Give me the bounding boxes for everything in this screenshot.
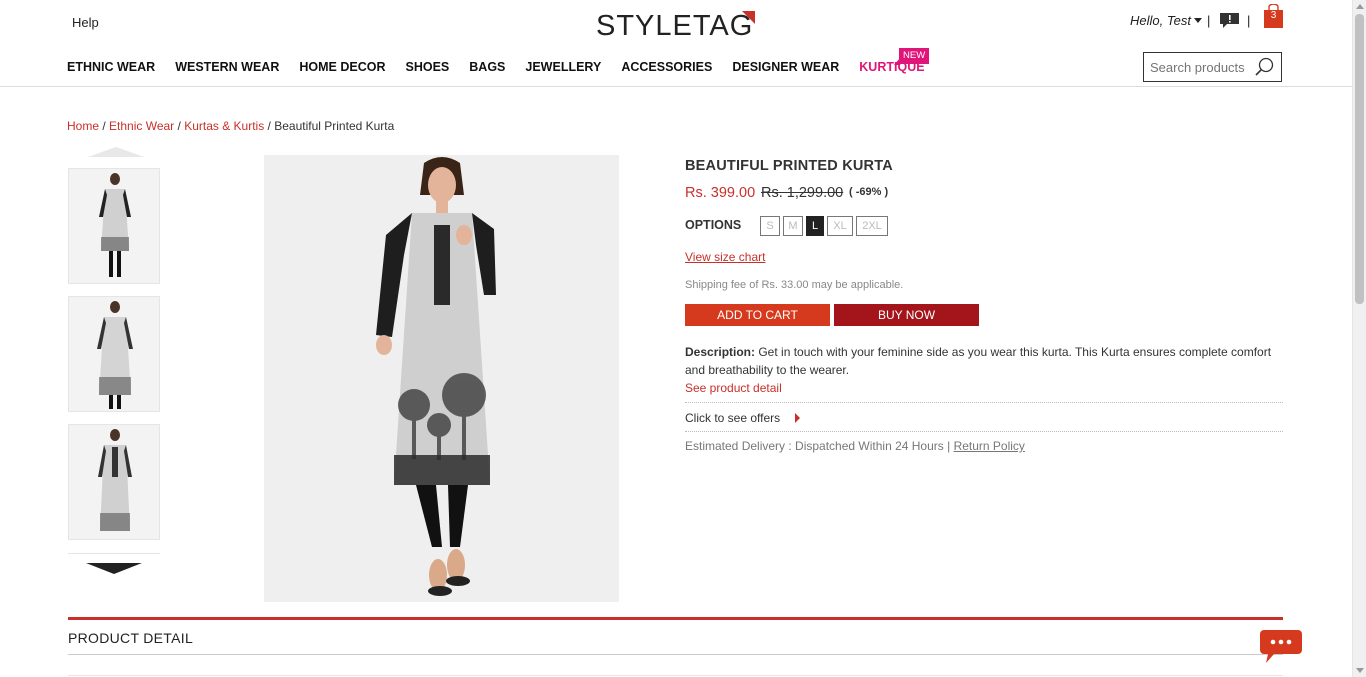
styletag-logo[interactable]: STYLETAG	[596, 10, 756, 42]
nav-jewellery[interactable]: JEWELLERY	[525, 60, 601, 76]
return-policy-link[interactable]: Return Policy	[954, 439, 1025, 453]
product-detail-heading[interactable]: PRODUCT DETAIL	[68, 630, 193, 646]
scroll-up-icon[interactable]	[1356, 4, 1364, 9]
add-to-cart-button[interactable]: ADD TO CART	[685, 304, 830, 326]
notification-icon[interactable]	[1220, 13, 1239, 28]
logo-text: STYLETAG	[596, 10, 754, 42]
nav-bags[interactable]: BAGS	[469, 60, 505, 76]
scrollbar-thumb[interactable]	[1355, 14, 1364, 304]
nav-ethnic-wear[interactable]: ETHNIC WEAR	[67, 60, 155, 76]
product-detail-divider	[68, 617, 1283, 620]
offers-toggle[interactable]: Click to see offers	[685, 402, 1283, 432]
options-label: OPTIONS	[685, 218, 742, 232]
separator: |	[1247, 13, 1251, 28]
search-icon[interactable]	[1255, 57, 1275, 77]
product-thumbnail[interactable]	[68, 424, 160, 540]
size-selector: S M L XL 2XL	[760, 216, 891, 236]
delivery-info: Estimated Delivery : Dispatched Within 2…	[685, 439, 1025, 453]
thumbnail-image	[69, 169, 159, 283]
original-price: Rs. 1,299.00	[761, 185, 844, 201]
help-link[interactable]: Help	[72, 15, 99, 30]
product-description: Description: Get in touch with your femi…	[685, 343, 1283, 379]
nav-home-decor[interactable]: HOME DECOR	[299, 60, 385, 76]
breadcrumb-separator: /	[264, 119, 275, 133]
size-option-xl[interactable]: XL	[827, 216, 853, 236]
site-header: Help STYLETAG Hello, Test | | 3 ETHNIC W…	[0, 0, 1352, 87]
main-product-image[interactable]	[264, 155, 619, 602]
buy-now-button[interactable]: BUY NOW	[834, 304, 979, 326]
page-scrollbar[interactable]	[1352, 0, 1366, 677]
chat-icon[interactable]	[1260, 628, 1302, 664]
cart-count: 3	[1270, 10, 1277, 21]
discount-badge: ( -69% )	[849, 186, 889, 198]
view-size-chart-link[interactable]: View size chart	[685, 250, 765, 264]
breadcrumb: Home / Ethnic Wear / Kurtas & Kurtis / B…	[67, 119, 394, 133]
product-thumbnail[interactable]	[68, 296, 160, 412]
arrow-right-icon	[795, 413, 800, 423]
thumbnail-image	[69, 297, 159, 411]
offers-label: Click to see offers	[685, 411, 781, 425]
model-kurta-image	[264, 155, 619, 602]
product-title: BEAUTIFUL PRINTED KURTA	[685, 158, 893, 174]
logo-triangle-icon	[742, 11, 755, 24]
nav-designer-wear[interactable]: DESIGNER WEAR	[732, 60, 839, 76]
divider	[68, 654, 1283, 655]
thumbnail-image	[69, 425, 159, 539]
size-option-m[interactable]: M	[783, 216, 803, 236]
shipping-note: Shipping fee of Rs. 33.00 may be applica…	[685, 279, 904, 291]
search-input[interactable]	[1144, 53, 1252, 81]
size-option-l[interactable]: L	[806, 216, 824, 236]
nav-shoes[interactable]: SHOES	[406, 60, 450, 76]
nav-accessories[interactable]: ACCESSORIES	[621, 60, 712, 76]
new-badge: NEW	[893, 48, 930, 65]
nav-western-wear[interactable]: WESTERN WEAR	[175, 60, 279, 76]
sale-price: Rs. 399.00	[685, 185, 756, 201]
breadcrumb-kurtas[interactable]: Kurtas & Kurtis	[184, 119, 264, 133]
main-nav: ETHNIC WEAR WESTERN WEAR HOME DECOR SHOE…	[67, 60, 945, 76]
thumbnail-up-arrow-icon[interactable]	[88, 147, 144, 157]
divider	[68, 675, 1283, 676]
breadcrumb-current: Beautiful Printed Kurta	[274, 119, 395, 133]
breadcrumb-separator: /	[174, 119, 185, 133]
caret-down-icon	[1193, 18, 1202, 23]
greeting-text: Hello, Test	[1130, 13, 1191, 28]
breadcrumb-home[interactable]: Home	[67, 119, 99, 133]
description-text: Get in touch with your feminine side as …	[685, 345, 1272, 377]
search-box	[1143, 52, 1282, 82]
scroll-down-icon[interactable]	[1356, 668, 1364, 673]
separator: |	[1207, 13, 1211, 28]
account-menu[interactable]: Hello, Test	[1130, 13, 1202, 28]
breadcrumb-separator: /	[99, 119, 110, 133]
product-thumbnail-partial	[68, 553, 160, 556]
size-option-s[interactable]: S	[760, 216, 780, 236]
thumbnail-down-arrow-icon[interactable]	[86, 563, 142, 574]
delivery-text: Estimated Delivery : Dispatched Within 2…	[685, 439, 954, 453]
see-product-detail-link[interactable]: See product detail	[685, 381, 782, 395]
product-thumbnail[interactable]	[68, 168, 160, 284]
breadcrumb-ethnic-wear[interactable]: Ethnic Wear	[109, 119, 174, 133]
size-option-2xl[interactable]: 2XL	[856, 216, 888, 236]
cart-icon[interactable]: 3	[1264, 3, 1283, 28]
description-label: Description:	[685, 345, 756, 359]
